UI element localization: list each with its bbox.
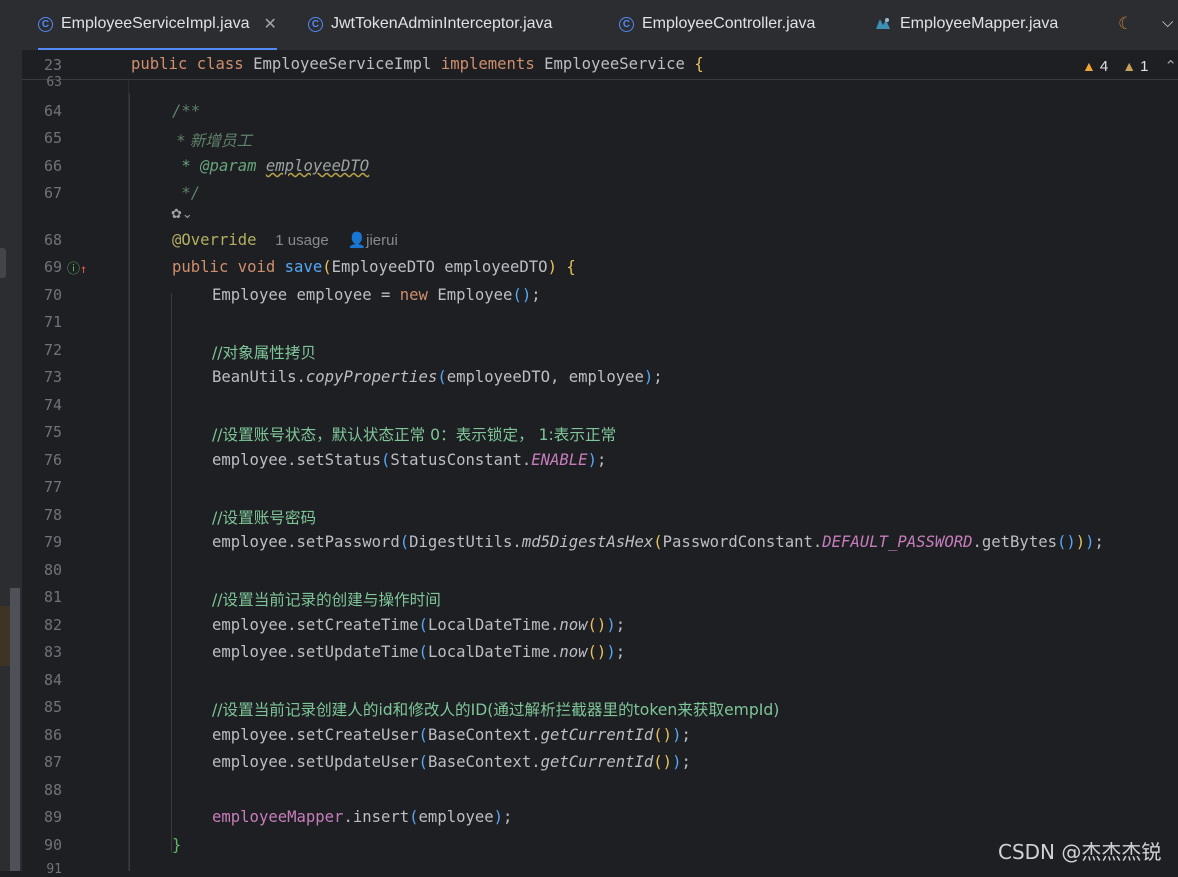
comment-81: //设置当前记录的创建与操作时间 [212, 591, 441, 609]
line-number: 64 [43, 102, 62, 120]
tab-employee-controller[interactable]: C EmployeeController.java [619, 0, 815, 48]
javadoc-close: */ [172, 184, 201, 202]
code-line-73: BeanUtils.copyProperties(employeeDTO, em… [212, 368, 663, 386]
class-icon: C [619, 16, 634, 32]
method-signature: public void save(EmployeeDTO employeeDTO… [172, 258, 576, 276]
comment-85: //设置当前记录创建人的id和修改人的ID(通过解析拦截器里的token来获取e… [212, 701, 780, 719]
line-number: 23 [43, 56, 62, 74]
sticky-code: public class EmployeeServiceImpl impleme… [131, 55, 704, 73]
weak-warning-count: 1 [1140, 57, 1149, 75]
code-line-70: Employee employee = new Employee(); [212, 286, 541, 304]
line-number: 84 [43, 671, 62, 689]
tab-label: JwtTokenAdminInterceptor.java [331, 15, 553, 32]
sticky-header[interactable]: 23 public class EmployeeServiceImpl impl… [22, 51, 1178, 80]
class-icon: C [308, 16, 323, 32]
javadoc-param: * @param employeeDTO [172, 157, 370, 175]
scroll-highlight [0, 606, 10, 666]
tab-employee-service-impl[interactable]: C EmployeeServiceImpl.java ✕ [38, 0, 277, 50]
tool-window-marker[interactable] [0, 248, 6, 278]
comment-72: //对象属性拷贝 [212, 344, 317, 362]
csdn-watermark: CSDN @杰杰杰锐 [998, 840, 1162, 864]
comment-75: //设置账号状态，默认状态正常 0：表示锁定， 1:表示正常 [212, 426, 617, 444]
usage-hint[interactable]: 1 usage [275, 232, 328, 249]
mapper-icon [876, 18, 890, 29]
line-number: 86 [43, 726, 62, 744]
line-number: 76 [43, 451, 62, 469]
chevron-down-icon[interactable]: ⌵ [1162, 14, 1173, 31]
person-icon: 👤 [347, 232, 367, 249]
indent-guide [129, 93, 130, 871]
code-line-83: employee.setUpdateTime(LocalDateTime.now… [212, 643, 626, 661]
author-hint[interactable]: jierui [366, 232, 398, 249]
line-number: 78 [43, 506, 62, 524]
code-line-87: employee.setUpdateUser(BaseContext.getCu… [212, 753, 691, 771]
code-line-79: employee.setPassword(DigestUtils.md5Dige… [212, 533, 1104, 551]
line-number: 75 [43, 423, 62, 441]
tab-jwt-token-admin-interceptor[interactable]: C JwtTokenAdminInterceptor.java [308, 0, 552, 48]
indent-guide [171, 293, 172, 853]
method-close-brace: } [172, 836, 182, 854]
line-number: 74 [43, 396, 62, 414]
line-number: 65 [43, 129, 62, 147]
line-number: 87 [43, 753, 62, 771]
comment-78: //设置账号密码 [212, 509, 317, 527]
implements-method-icon[interactable]: ⓘ↑ [67, 258, 87, 277]
ai-actions-icon[interactable]: ✿⌄ [171, 207, 193, 222]
line-number: 66 [43, 157, 62, 175]
line-number: 80 [43, 561, 62, 579]
code-line-82: employee.setCreateTime(LocalDateTime.now… [212, 616, 626, 634]
line-number: 91 [46, 862, 62, 877]
warning-icon: ▲ [1082, 58, 1096, 74]
warning-count: 4 [1099, 57, 1109, 75]
line-number: 82 [43, 616, 62, 634]
inspection-widget[interactable]: ▲ 4 ▲ 1 ⌃ [1082, 57, 1177, 76]
line-number: 70 [43, 286, 62, 304]
weak-warning-icon: ▲ [1122, 58, 1137, 74]
line-number: 72 [43, 341, 62, 359]
close-icon[interactable]: ✕ [264, 14, 277, 34]
line-number: 73 [43, 368, 62, 386]
code-line-89: employeeMapper.insert(employee); [212, 808, 513, 826]
javadoc-description: * 新增员工 [172, 132, 253, 150]
line-number: 88 [43, 781, 62, 799]
javadoc-open: /** [172, 102, 201, 120]
line-number: 89 [43, 808, 62, 826]
line-number: 81 [43, 588, 62, 606]
line-number: 79 [43, 533, 62, 551]
tab-label: EmployeeController.java [642, 15, 816, 32]
line-number: 77 [43, 478, 62, 496]
code-editor[interactable]: 23 public class EmployeeServiceImpl impl… [22, 51, 1178, 877]
line-number: 63 [46, 75, 62, 90]
editor-tab-bar: C EmployeeServiceImpl.java ✕ C JwtTokenA… [22, 0, 1178, 51]
line-number: 67 [43, 184, 62, 202]
tab-label: EmployeeMapper.java [900, 15, 1059, 32]
chevron-up-icon[interactable]: ⌃ [1164, 57, 1177, 75]
line-number: 85 [43, 698, 62, 716]
tab-label: EmployeeServiceImpl.java [61, 15, 250, 32]
override-line: @Override 1 usage 👤jierui [172, 231, 398, 249]
left-tool-strip [0, 0, 22, 871]
line-number: 90 [43, 836, 62, 854]
code-line-76: employee.setStatus(StatusConstant.ENABLE… [212, 451, 607, 469]
line-number: 71 [43, 313, 62, 331]
structure-scrollbar[interactable] [10, 588, 20, 871]
line-number: 68 [43, 231, 62, 249]
class-icon: C [38, 16, 53, 32]
line-number: 83 [43, 643, 62, 661]
overflow-tab-icon[interactable]: ☾ [1118, 14, 1133, 34]
code-line-86: employee.setCreateUser(BaseContext.getCu… [212, 726, 691, 744]
line-number: 69 [43, 258, 62, 276]
tab-employee-mapper[interactable]: EmployeeMapper.java [874, 0, 1058, 48]
